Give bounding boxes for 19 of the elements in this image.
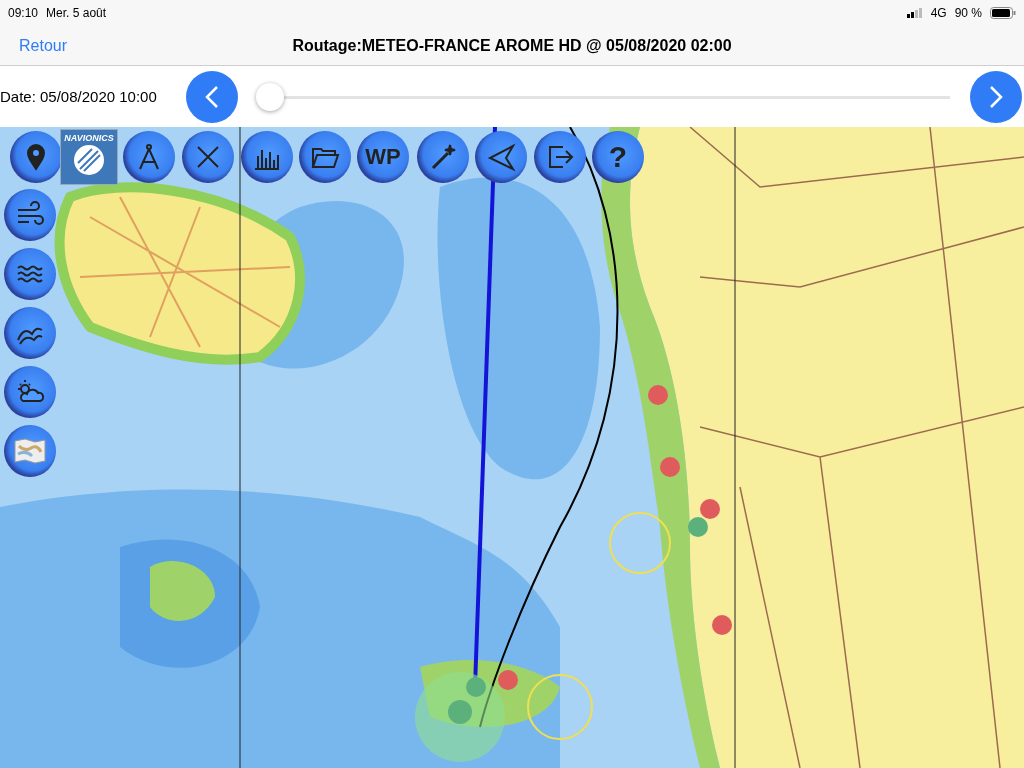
slider-thumb[interactable] [256,82,284,111]
chevron-left-icon [205,84,219,109]
status-time: 09:10 [8,6,39,20]
signal-icon [906,8,923,18]
back-link[interactable]: Retour [19,36,68,55]
next-button[interactable] [970,70,1022,123]
logo-emblem-icon [72,143,106,177]
previous-button[interactable] [186,70,238,123]
arrow-head-icon [486,142,516,172]
battery-icon [990,7,1016,19]
page-title: Routage:METEO-FRANCE AROME HD @ 05/08/2020 02:00 [292,36,732,55]
battery-percent: 90 % [954,6,982,20]
timeline-date: Date: 05/08/2020 10:00 [0,88,158,105]
chevron-right-icon [989,84,1003,109]
network-label: 4G [930,6,947,20]
folded-map-icon [14,438,46,464]
status-date: Mer. 5 août [46,6,107,20]
navionics-logo[interactable]: NAVIONICS [60,129,118,185]
time-slider[interactable] [256,81,950,112]
